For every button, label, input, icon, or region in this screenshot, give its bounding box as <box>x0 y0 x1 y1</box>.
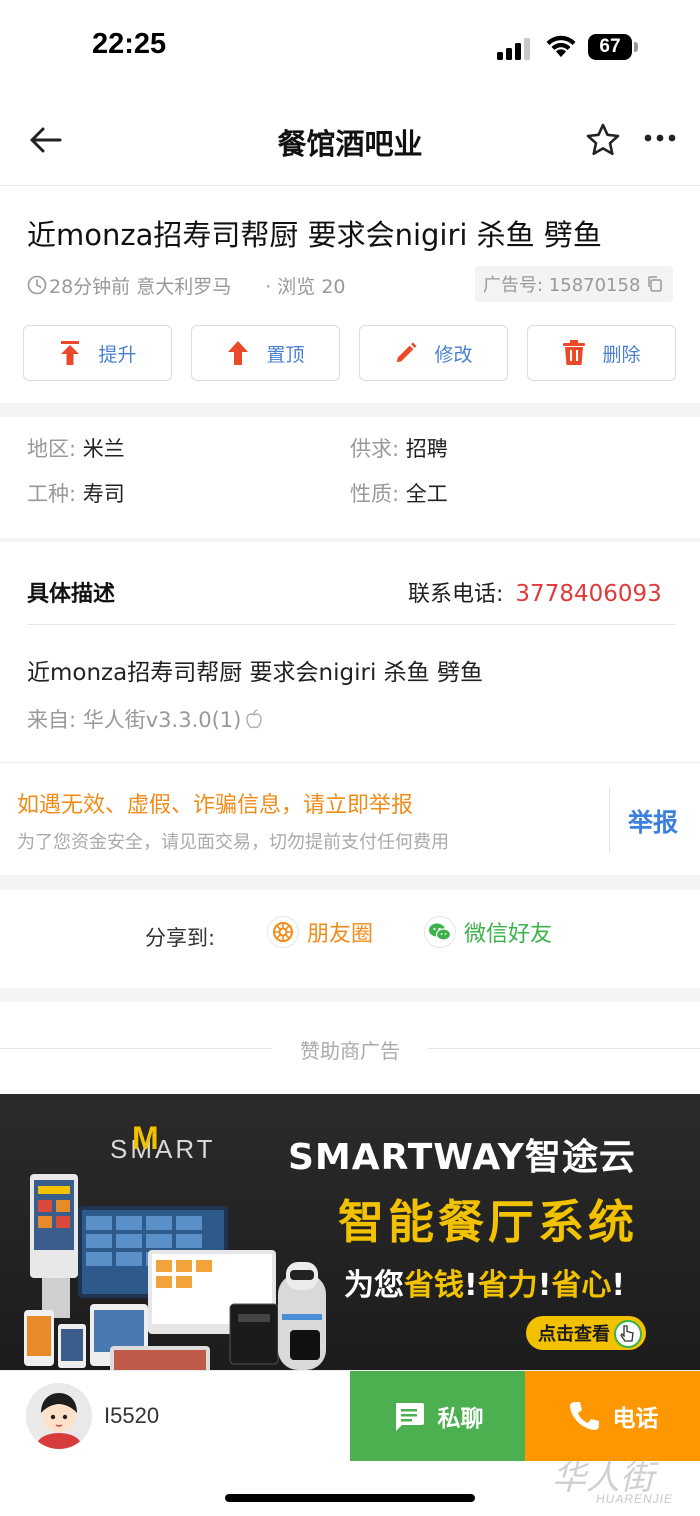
phone-number[interactable]: 3778406093 <box>515 581 661 607</box>
banner-cta-button[interactable]: 点击查看 <box>526 1316 646 1350</box>
pin-top-label: 置顶 <box>266 343 305 366</box>
info-job-type: 工种: 寿司 <box>27 482 125 506</box>
promote-label: 提升 <box>98 343 137 366</box>
wifi-icon <box>546 35 576 57</box>
delete-label: 删除 <box>602 343 641 366</box>
avatar[interactable] <box>26 1383 92 1449</box>
promote-button[interactable]: 提升 <box>23 325 172 381</box>
call-label: 电话 <box>612 1406 659 1432</box>
section-divider <box>0 403 700 417</box>
view-count: · 浏览 20 <box>265 275 346 298</box>
pos-devices-illustration <box>24 1174 326 1370</box>
status-bar: 22:25 67 <box>0 0 700 95</box>
share-moments-button[interactable]: 朋友圈 <box>267 916 373 948</box>
private-chat-button[interactable]: 私聊 <box>350 1371 525 1461</box>
divider <box>27 624 675 625</box>
ad-title: 近monza招寿司帮厨 要求会nigiri 杀鱼 劈鱼 <box>27 218 602 252</box>
share-moments-label: 朋友圈 <box>307 922 374 947</box>
status-time: 22:25 <box>92 28 167 60</box>
phone-row[interactable]: 联系电话: 3778406093 <box>408 576 662 608</box>
phone-label: 联系电话: <box>408 582 504 607</box>
username: I5520 <box>104 1403 160 1428</box>
bottom-action-bar: I5520 私聊 电话 <box>0 1370 700 1461</box>
share-section: 分享到: 朋友圈 微信好友 <box>0 890 700 988</box>
description-heading: 具体描述 <box>27 582 116 607</box>
ad-info: 地区: 米兰 供求: 招聘 工种: 寿司 性质: 全工 <box>27 433 677 523</box>
battery-icon: 67 <box>588 34 638 60</box>
ad-number-badge[interactable]: 广告号: 15870158 <box>475 266 673 302</box>
banner-cta-label: 点击查看 <box>538 1324 610 1345</box>
pin-top-button[interactable]: 置顶 <box>191 325 340 381</box>
banner-headline: 智能餐厅系统 <box>338 1195 638 1249</box>
edit-icon <box>397 342 418 363</box>
description-text: 近monza招寿司帮厨 要求会nigiri 杀鱼 劈鱼 <box>27 660 483 686</box>
nav-bar: 餐馆酒吧业 <box>0 95 700 186</box>
delete-button[interactable]: 删除 <box>527 325 676 381</box>
ad-actions: 提升 置顶 修改 删除 <box>23 325 676 381</box>
banner-slogan: 为您省钱!省力!省心! <box>344 1268 626 1303</box>
banner-logo-mark: M <box>132 1120 159 1156</box>
section-divider <box>0 875 700 890</box>
ad-number: 广告号: 15870158 <box>483 275 641 296</box>
chat-bubble-icon <box>395 1403 424 1431</box>
source-info: 来自: 华人街v3.3.0(1) <box>27 704 263 734</box>
sponsor-banner[interactable]: SMART M SMARTWAY智途云 智能餐厅系统 为您省钱!省力!省心! 点… <box>0 1094 700 1370</box>
source-text: 来自: 华人街v3.3.0(1) <box>27 708 242 732</box>
call-button[interactable]: 电话 <box>525 1371 700 1461</box>
info-supply: 供求: 招聘 <box>350 437 448 461</box>
report-button[interactable]: 举报 <box>628 803 678 839</box>
apple-icon <box>246 709 263 729</box>
phone-icon <box>569 1402 599 1430</box>
delete-icon <box>563 340 586 365</box>
private-chat-label: 私聊 <box>437 1406 484 1432</box>
moments-icon <box>273 922 293 942</box>
promote-icon <box>61 341 80 365</box>
banner-brand: SMARTWAY智途云 <box>288 1137 636 1178</box>
section-divider <box>0 988 700 1002</box>
huarenjie-watermark: 华人街 HUARENJIE <box>552 1458 674 1506</box>
pin-top-icon <box>228 341 249 365</box>
share-label: 分享到: <box>145 926 216 950</box>
posted-time: 28分钟前 意大利罗马 <box>49 275 232 298</box>
pointer-hand-icon <box>614 1320 642 1348</box>
share-wechat-label: 微信好友 <box>464 922 553 947</box>
info-nature: 性质: 全工 <box>350 482 448 506</box>
warning-title: 如遇无效、虚假、诈骗信息，请立即举报 <box>17 793 414 818</box>
more-options-icon[interactable] <box>644 131 676 145</box>
wechat-icon <box>429 923 452 941</box>
fraud-warning: 如遇无效、虚假、诈骗信息，请立即举报 为了您资金安全，请见面交易，切勿提前支付任… <box>0 762 700 875</box>
info-region: 地区: 米兰 <box>27 437 125 461</box>
clock-icon <box>27 275 47 295</box>
cellular-signal-icon <box>497 38 530 60</box>
edit-label: 修改 <box>434 343 473 366</box>
share-wechat-button[interactable]: 微信好友 <box>424 916 552 948</box>
sponsor-header: 赞助商广告 <box>0 1002 700 1094</box>
warning-subtitle: 为了您资金安全，请见面交易，切勿提前支付任何费用 <box>17 832 449 853</box>
description-section: 具体描述 联系电话: 3778406093 近monza招寿司帮厨 要求会nigi… <box>0 542 700 760</box>
battery-level: 67 <box>588 34 632 60</box>
favorite-star-icon[interactable] <box>585 122 621 158</box>
edit-button[interactable]: 修改 <box>359 325 508 381</box>
divider <box>609 787 610 853</box>
user-avatar-icon <box>26 1383 92 1449</box>
sponsor-label: 赞助商广告 <box>300 1039 400 1063</box>
copy-icon[interactable] <box>646 275 664 293</box>
ad-meta: 28分钟前 意大利罗马 · 浏览 20 <box>27 270 346 300</box>
home-indicator[interactable] <box>225 1494 475 1502</box>
